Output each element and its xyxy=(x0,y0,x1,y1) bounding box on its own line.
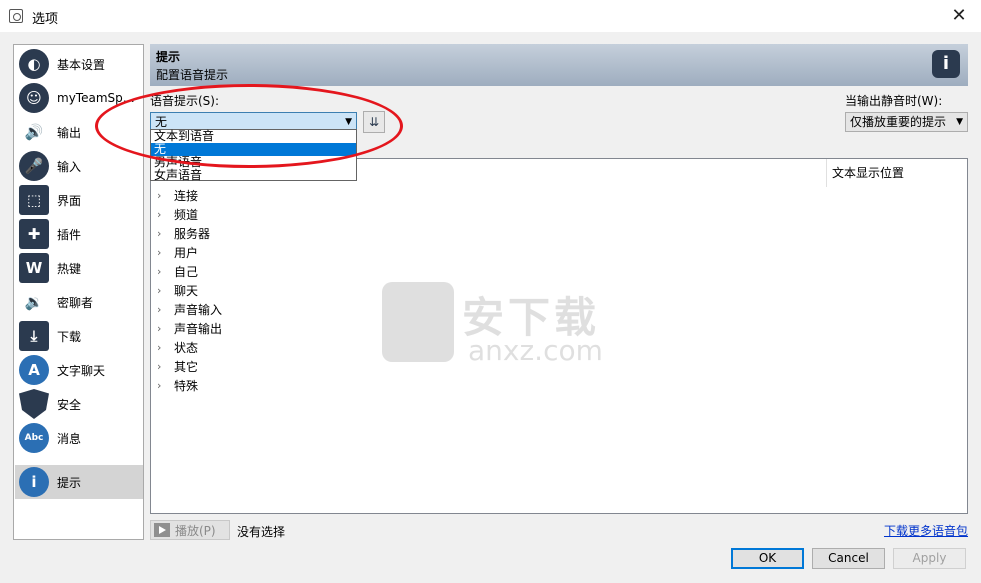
tree-item-other[interactable]: › 其它 xyxy=(157,357,198,376)
sidebar-item-notifications[interactable]: i 提示 xyxy=(15,465,143,499)
interface-icon: ⬚ xyxy=(19,185,49,215)
section-banner: 提示 配置语音提示 i xyxy=(150,44,968,86)
hotkey-icon: W xyxy=(19,253,49,283)
tree-item-channel[interactable]: › 频道 xyxy=(157,205,198,224)
app-settings-icon xyxy=(9,9,23,23)
notification-tree: 文本显示位置 › 连接 › 频道 › 服务器 › 用户 › 自己 › 聊天 › 声音输入 › 声… xyxy=(150,158,968,514)
selection-status: 没有选择 xyxy=(237,525,286,539)
chevron-right-icon[interactable]: › xyxy=(157,341,167,354)
chevron-right-icon[interactable]: › xyxy=(157,189,167,202)
tree-item-server[interactable]: › 服务器 xyxy=(157,224,210,243)
chevron-right-icon[interactable]: › xyxy=(157,303,167,316)
column-header-text-position[interactable]: 文本显示位置 xyxy=(826,159,904,187)
voice-option-female[interactable]: 女声语音 xyxy=(151,169,356,182)
sidebar-item-downloads[interactable]: ⤓ 下载 xyxy=(15,319,143,353)
speaker-icon: 🔊 xyxy=(24,123,44,141)
whisper-icon: 🔉 xyxy=(24,293,44,311)
tree-item-chat[interactable]: › 聊天 xyxy=(157,281,198,300)
chevron-right-icon[interactable]: › xyxy=(157,227,167,240)
mute-behavior-value: 仅播放重要的提示 xyxy=(850,115,947,129)
sidebar-item-output[interactable]: 🔊 输出 xyxy=(15,115,143,149)
info-icon: i xyxy=(19,467,49,497)
sidebar-item-security[interactable]: 安全 xyxy=(15,387,143,421)
avatar-icon: ☺ xyxy=(19,83,49,113)
ok-button[interactable]: OK xyxy=(731,548,804,569)
tree-item-voice-output[interactable]: › 声音输出 xyxy=(157,319,222,338)
chevron-right-icon[interactable]: › xyxy=(157,284,167,297)
tree-item-self[interactable]: › 自己 xyxy=(157,262,198,281)
tree-item-special[interactable]: › 特殊 xyxy=(157,376,198,395)
title-bar: 选项 ✕ xyxy=(0,0,981,32)
sidebar-item-input[interactable]: 🎤 输入 xyxy=(15,149,143,183)
sidebar-item-messages[interactable]: Abc 消息 xyxy=(15,421,143,455)
sidebar-item-interface[interactable]: ⬚ 界面 xyxy=(15,183,143,217)
close-icon[interactable]: ✕ xyxy=(947,4,971,28)
window-title: 选项 xyxy=(32,12,59,27)
microphone-icon: 🎤 xyxy=(19,151,49,181)
chevron-right-icon[interactable]: › xyxy=(157,322,167,335)
section-subtitle: 配置语音提示 xyxy=(156,68,229,82)
sidebar-item-hotkeys[interactable]: W 热键 xyxy=(15,251,143,285)
sidebar-item-myteamspeak[interactable]: ☺ myTeamSpe… xyxy=(15,81,143,115)
plugin-icon: ✚ xyxy=(19,219,49,249)
mute-behavior-label: 当输出静音时(W): xyxy=(845,94,943,108)
play-button[interactable]: 播放(P) xyxy=(150,520,230,540)
chevron-right-icon[interactable]: › xyxy=(157,379,167,392)
mute-behavior-select[interactable]: 仅播放重要的提示 ▼ xyxy=(845,112,968,132)
chevron-right-icon[interactable]: › xyxy=(157,246,167,259)
info-icon: i xyxy=(932,50,960,78)
chevron-right-icon[interactable]: › xyxy=(157,208,167,221)
sidebar-item-basic-settings[interactable]: ◐ 基本设置 xyxy=(15,47,143,81)
dialog-body: ◐ 基本设置 ☺ myTeamSpe… 🔊 输出 🎤 输入 ⬚ 界面 ✚ 插件 … xyxy=(0,32,981,583)
play-icon xyxy=(154,523,170,537)
voice-pack-options-button[interactable]: ⇊ xyxy=(363,111,385,133)
voice-pack-dropdown-list: 文本到语音 无 男声语音 女声语音 xyxy=(150,129,357,182)
tree-item-voice-input[interactable]: › 声音输入 xyxy=(157,300,222,319)
voice-option-tts[interactable]: 文本到语音 xyxy=(151,130,356,143)
tree-item-user[interactable]: › 用户 xyxy=(157,243,198,262)
section-title: 提示 xyxy=(156,50,181,64)
chevron-down-icon: ▼ xyxy=(956,117,963,127)
voice-notification-label: 语音提示(S): xyxy=(150,94,220,108)
download-more-voice-packs-link[interactable]: 下载更多语音包 xyxy=(884,522,968,539)
chevron-right-icon[interactable]: › xyxy=(157,265,167,278)
sidebar: ◐ 基本设置 ☺ myTeamSpe… 🔊 输出 🎤 输入 ⬚ 界面 ✚ 插件 … xyxy=(13,44,144,540)
download-icon: ⤓ xyxy=(19,321,49,351)
voice-pack-icon: ⇊ xyxy=(368,115,380,129)
tree-item-connection[interactable]: › 连接 xyxy=(157,186,198,205)
shield-icon xyxy=(19,389,49,419)
settings-icon: ◐ xyxy=(19,49,49,79)
settings-panel: 提示 配置语音提示 i 语音提示(S): 当输出静音时(W): 无 ▼ ⇊ 仅播… xyxy=(150,44,968,514)
sidebar-item-chat[interactable]: A 文字聊天 xyxy=(15,353,143,387)
tree-item-status[interactable]: › 状态 xyxy=(157,338,198,357)
sidebar-item-whisper[interactable]: 🔉 密聊者 xyxy=(15,285,143,319)
voice-pack-value: 无 xyxy=(155,115,168,129)
cancel-button[interactable]: Cancel xyxy=(812,548,885,569)
chevron-right-icon[interactable]: › xyxy=(157,360,167,373)
apply-button[interactable]: Apply xyxy=(893,548,966,569)
message-icon: Abc xyxy=(19,423,49,453)
chat-icon: A xyxy=(19,355,49,385)
sidebar-item-plugins[interactable]: ✚ 插件 xyxy=(15,217,143,251)
